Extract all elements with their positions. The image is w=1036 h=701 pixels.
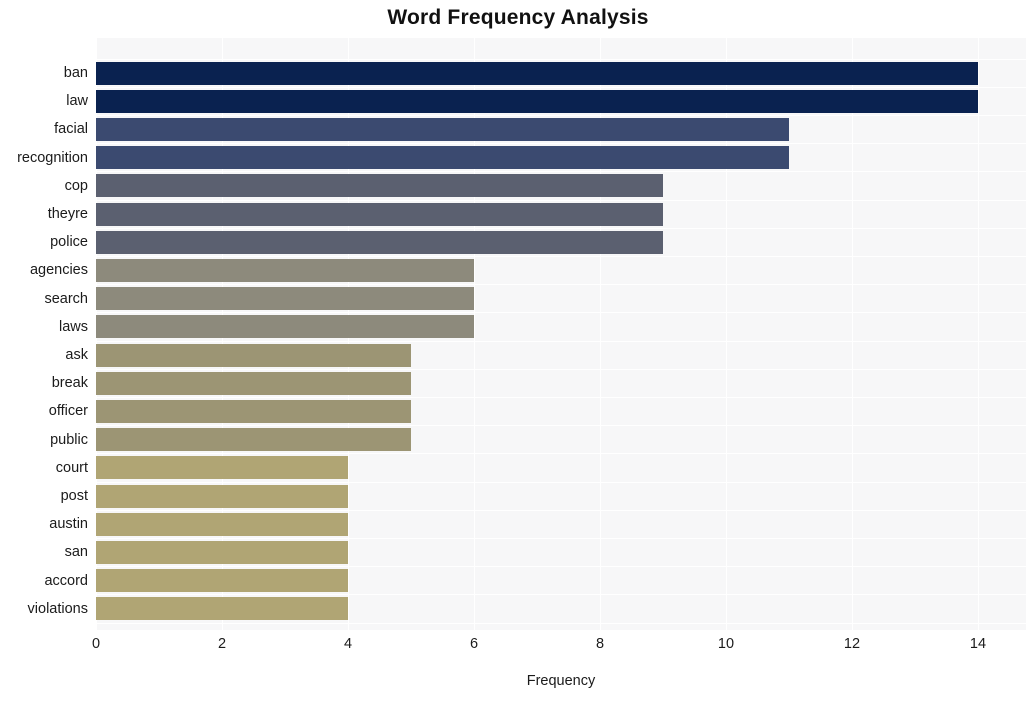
y-gridline [96,312,1026,313]
y-axis-tick-label: theyre [47,206,88,222]
chart-figure: Word Frequency Analysis ban law facial reco… [0,0,1036,701]
y-gridline [96,397,1026,398]
y-axis-tick-label: break [51,375,88,392]
y-gridline [96,341,1026,342]
y-axis-tick-label: san [64,544,88,561]
y-axis-tick-label: cop [64,177,88,194]
y-axis-tick-label: laws [58,318,88,335]
x-axis-tick-label: 4 [343,636,353,652]
x-axis-tick-label: 0 [91,636,101,652]
bar [96,287,474,311]
y-axis-tick-label: court [55,459,88,476]
x-axis-title: Frequency [526,673,596,689]
y-gridline [96,200,1026,201]
y-axis-tick-label: officer [48,403,88,420]
y-gridline [96,623,1026,624]
x-gridline [852,38,853,630]
chart-title: Word Frequency Analysis [387,6,649,29]
bar [96,89,978,113]
bar [96,399,411,423]
bar [96,315,474,339]
y-axis-tick-label: violations [27,600,88,617]
bar [96,428,411,452]
y-gridline [96,284,1026,285]
y-gridline [96,566,1026,567]
bar [96,230,663,254]
bar [96,540,348,564]
y-gridline [96,425,1026,426]
bar [96,597,348,621]
y-gridline [96,538,1026,539]
y-axis-tick-label: facial [54,121,88,138]
y-axis-tick-label: recognition [17,149,88,166]
y-gridline [96,256,1026,257]
y-axis-tick-label: ask [65,347,88,363]
x-axis-tick-label: 12 [843,636,861,652]
y-gridline [96,143,1026,144]
y-axis-tick-label: accord [44,572,88,589]
y-gridline [96,482,1026,483]
bar [96,61,978,85]
y-gridline [96,171,1026,172]
x-axis-tick-labels: 0 2 4 6 8 10 12 14 [0,636,1036,660]
y-gridline [96,59,1026,60]
y-axis-tick-label: austin [49,516,88,533]
y-gridline [96,87,1026,88]
bar [96,484,348,508]
y-gridline [96,228,1026,229]
x-axis-tick-label: 8 [595,636,605,652]
y-gridline [96,453,1026,454]
bar [96,117,789,141]
x-axis-tick-label: 6 [469,636,479,652]
y-axis-tick-label: public [50,431,88,448]
bar [96,343,411,367]
y-axis-tick-label: search [44,290,88,307]
plot-area [96,38,1026,630]
bar [96,202,663,226]
y-axis-tick-label: ban [63,65,88,81]
bar [96,174,663,198]
y-axis-tick-label: agencies [29,262,88,279]
bar [96,146,789,170]
x-axis-tick-label: 2 [217,636,227,652]
bar [96,456,348,480]
bar [96,512,348,536]
bar [96,569,348,593]
y-gridline [96,594,1026,595]
x-gridline [978,38,979,630]
y-axis-tick-label: police [50,234,88,251]
y-gridline [96,369,1026,370]
y-axis-tick-labels: ban law facial recognition cop theyre police ag… [0,38,88,630]
y-axis-tick-label: post [60,488,88,504]
y-axis-tick-label: law [66,93,88,110]
y-gridline [96,115,1026,116]
x-axis-tick-label: 14 [969,636,987,652]
x-axis-tick-label: 10 [717,636,735,652]
bar [96,371,411,395]
bar [96,258,474,282]
y-gridline [96,510,1026,511]
